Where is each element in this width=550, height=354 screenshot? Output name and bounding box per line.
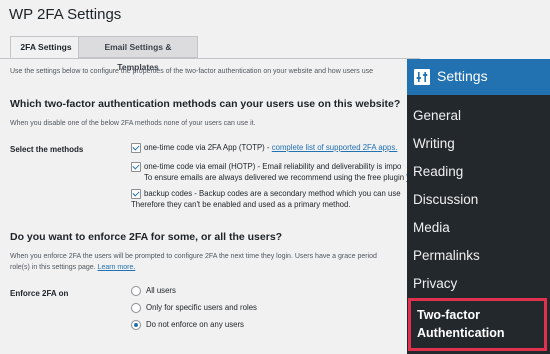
enforce-desc-text: role(s) in this settings page. bbox=[10, 264, 98, 271]
enforce-heading: Do you want to enforce 2FA for some, or … bbox=[10, 231, 283, 243]
two-factor-label: Two-factor Authentication bbox=[417, 306, 505, 342]
hotp-option-line2: To ensure emails are always delivered we… bbox=[144, 172, 414, 183]
settings-menu-title: Settings bbox=[437, 68, 488, 84]
totp-option: one-time code via 2FA App (TOTP) - compl… bbox=[144, 142, 397, 153]
tabs-divider bbox=[0, 58, 420, 59]
enforce-on-label: Enforce 2FA on bbox=[10, 289, 69, 298]
tab-email-settings[interactable]: Email Settings & Templates bbox=[78, 36, 198, 72]
hotp-checkbox[interactable] bbox=[131, 162, 141, 172]
enforce-description-line2: role(s) in this settings page. Learn mor… bbox=[10, 262, 135, 273]
select-methods-label: Select the methods bbox=[10, 145, 84, 154]
page-title: WP 2FA Settings bbox=[9, 6, 122, 23]
menu-item-writing[interactable]: Writing bbox=[413, 136, 455, 151]
do-not-enforce-radio[interactable] bbox=[131, 320, 141, 330]
backup-codes-option: backup codes - Backup codes are a second… bbox=[144, 189, 401, 198]
menu-item-privacy[interactable]: Privacy bbox=[413, 276, 457, 291]
backup-codes-checkbox[interactable] bbox=[131, 189, 141, 199]
two-factor-label-line2: Authentication bbox=[417, 326, 505, 340]
menu-item-two-factor-authentication[interactable]: Two-factor Authentication bbox=[408, 298, 547, 351]
all-users-label: All users bbox=[146, 286, 176, 295]
two-factor-label-line1: Two-factor bbox=[417, 308, 480, 322]
enforce-description: When you enforce 2FA the users will be p… bbox=[10, 253, 377, 260]
menu-item-permalinks[interactable]: Permalinks bbox=[413, 248, 480, 263]
totp-option-text: one-time code via 2FA App (TOTP) - bbox=[144, 143, 272, 152]
menu-item-general[interactable]: General bbox=[413, 108, 461, 123]
hotp-line2-text: To ensure emails are always delivered we… bbox=[144, 173, 407, 182]
all-users-radio[interactable] bbox=[131, 286, 141, 296]
menu-item-reading[interactable]: Reading bbox=[413, 164, 463, 179]
methods-description: When you disable one of the below 2FA me… bbox=[10, 120, 256, 127]
menu-item-media[interactable]: Media bbox=[413, 220, 450, 235]
learn-more-link[interactable]: Learn more. bbox=[98, 264, 136, 271]
menu-item-discussion[interactable]: Discussion bbox=[413, 192, 478, 207]
supported-apps-link[interactable]: complete list of supported 2FA apps. bbox=[272, 143, 398, 152]
tab-2fa-settings[interactable]: 2FA Settings bbox=[10, 36, 82, 58]
specific-users-label: Only for specific users and roles bbox=[146, 303, 257, 312]
settings-menu-header[interactable]: Settings bbox=[407, 59, 550, 95]
intro-text: Use the settings below to configure the … bbox=[10, 68, 374, 75]
methods-heading: Which two-factor authentication methods … bbox=[10, 98, 401, 110]
totp-checkbox[interactable] bbox=[131, 143, 141, 153]
settings-sliders-icon bbox=[414, 69, 430, 85]
hotp-option: one-time code via email (HOTP) - Email r… bbox=[144, 162, 402, 171]
do-not-enforce-label: Do not enforce on any users bbox=[146, 320, 244, 329]
specific-users-radio[interactable] bbox=[131, 303, 141, 313]
backup-codes-line2: Therefore they can't be enabled and used… bbox=[131, 200, 351, 209]
